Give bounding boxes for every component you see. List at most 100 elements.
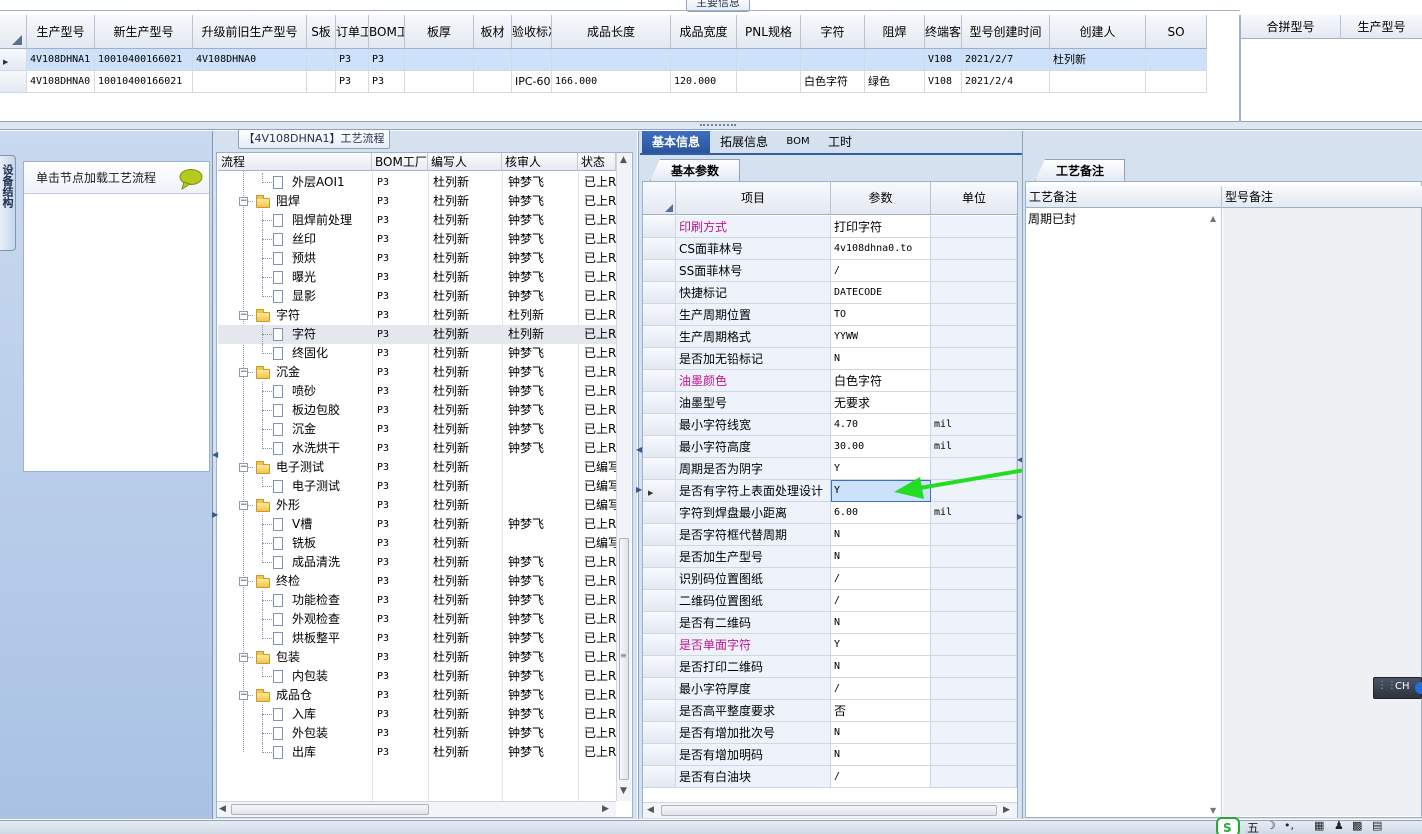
tree-process-node[interactable]: V槽 P3 杜列新 钟梦飞 已上R bbox=[218, 515, 630, 534]
param-row[interactable]: 是否有二维码 N bbox=[643, 612, 1017, 634]
collapse-toggle-icon[interactable]: − bbox=[239, 501, 248, 510]
flow-col-reviewer[interactable]: 核审人 bbox=[502, 153, 578, 171]
param-row-indicator[interactable] bbox=[643, 436, 676, 458]
param-value-field[interactable]: / bbox=[831, 568, 931, 590]
param-row[interactable]: 是否加生产型号 N bbox=[643, 546, 1017, 568]
param-value-field[interactable]: / bbox=[831, 260, 931, 282]
tree-process-node[interactable]: 终固化 P3 杜列新 钟梦飞 已上R bbox=[218, 344, 630, 363]
col-header-new-production-model[interactable]: 新生产型号 bbox=[95, 15, 193, 49]
param-row-indicator[interactable] bbox=[643, 326, 676, 348]
splitter-arrow-left-icon[interactable]: ◀ bbox=[636, 445, 642, 454]
col-header-pnl-spec[interactable]: PNL规格 bbox=[737, 15, 801, 49]
splitter-arrow-left-icon[interactable]: ◀ bbox=[212, 450, 218, 459]
col-header-end-customer-code[interactable]: 终端客户代码 bbox=[925, 15, 962, 49]
tree-process-node[interactable]: 水洗烘干 P3 杜列新 钟梦飞 已上R bbox=[218, 439, 630, 458]
scroll-left-arrow-icon[interactable]: ◀ bbox=[219, 804, 226, 814]
param-row-indicator[interactable] bbox=[643, 634, 676, 656]
tree-process-node[interactable]: 沉金 P3 杜列新 钟梦飞 已上R bbox=[218, 420, 630, 439]
tree-process-node[interactable]: 外观检查 P3 杜列新 钟梦飞 已上R bbox=[218, 610, 630, 629]
col-header-board-material[interactable]: 板材 bbox=[474, 15, 512, 49]
tree-group-node[interactable]: − 包装 P3 杜列新 钟梦飞 已上R bbox=[218, 648, 630, 667]
tree-process-node[interactable]: 电子测试 P3 杜列新 已编写 bbox=[218, 477, 630, 496]
tab-bom[interactable]: BOM bbox=[781, 131, 815, 153]
top-cell-model-create-time[interactable]: 2021/2/7 bbox=[962, 49, 1050, 71]
top-cell-solder-mask[interactable]: 绿色 bbox=[865, 71, 925, 93]
param-row-indicator[interactable]: ▶ bbox=[643, 480, 676, 502]
param-row-indicator[interactable] bbox=[643, 766, 676, 788]
param-row[interactable]: 生产周期格式 YYWW bbox=[643, 326, 1017, 348]
col-header-solder-mask[interactable]: 阻焊 bbox=[865, 15, 925, 49]
params-horizontal-scrollbar[interactable]: ◀ ▶ bbox=[643, 802, 1017, 818]
tab-work-hours[interactable]: 工时 bbox=[821, 131, 859, 153]
tree-process-node[interactable]: 功能检查 P3 杜列新 钟梦飞 已上R bbox=[218, 591, 630, 610]
top-grid-corner[interactable] bbox=[0, 15, 27, 49]
model-note-textarea[interactable] bbox=[1223, 208, 1421, 816]
top-cell-new-production-model[interactable]: 10010400166021 bbox=[95, 71, 193, 93]
param-row-indicator[interactable] bbox=[643, 590, 676, 612]
param-row-indicator[interactable] bbox=[643, 568, 676, 590]
param-row-indicator[interactable] bbox=[643, 260, 676, 282]
col-header-model-create-time[interactable]: 型号创建时间 bbox=[962, 15, 1050, 49]
col-header-legend-print[interactable]: 字符 bbox=[801, 15, 865, 49]
tree-process-node[interactable]: 丝印 P3 杜列新 钟梦飞 已上R bbox=[218, 230, 630, 249]
row-indicator[interactable] bbox=[0, 71, 27, 93]
param-row[interactable]: 是否字符框代替周期 N bbox=[643, 524, 1017, 546]
param-row-indicator[interactable] bbox=[643, 722, 676, 744]
param-value-field[interactable]: 白色字符 bbox=[831, 370, 931, 392]
tab-extended-info[interactable]: 拓展信息 bbox=[711, 131, 777, 153]
hint-header[interactable]: 单击节点加载工艺流程 bbox=[24, 162, 209, 194]
params-header-item[interactable]: 项目 bbox=[676, 182, 831, 215]
collapse-toggle-icon[interactable]: − bbox=[239, 311, 248, 320]
tree-group-node[interactable]: − 沉金 P3 杜列新 钟梦飞 已上R bbox=[218, 363, 630, 382]
param-value-field[interactable]: / bbox=[831, 766, 931, 788]
param-row-indicator[interactable] bbox=[643, 656, 676, 678]
tree-group-node[interactable]: − 外形 P3 杜列新 已编写 bbox=[218, 496, 630, 515]
param-value-field[interactable]: N bbox=[831, 612, 931, 634]
process-note-header[interactable]: 工艺备注 bbox=[1026, 186, 1222, 208]
param-value-field[interactable]: N bbox=[831, 656, 931, 678]
param-value-field[interactable]: / bbox=[831, 590, 931, 612]
params-caption-tab[interactable]: 基本参数 bbox=[650, 159, 740, 181]
splitter-arrow-right-icon[interactable]: ▶ bbox=[636, 485, 642, 494]
param-row[interactable]: 快捷标记 DATECODE bbox=[643, 282, 1017, 304]
param-row-indicator[interactable] bbox=[643, 524, 676, 546]
top-cell-s-board[interactable] bbox=[307, 71, 336, 93]
param-value-field[interactable]: 无要求 bbox=[831, 392, 931, 414]
param-row[interactable]: CS面菲林号 4v108dhna0.to bbox=[643, 238, 1017, 260]
flow-col-bom-factory[interactable]: BOM工厂 bbox=[372, 153, 428, 171]
param-value-field[interactable]: YYWW bbox=[831, 326, 931, 348]
top-cell-so[interactable] bbox=[1146, 49, 1207, 71]
top-cell-legend-print[interactable]: 白色字符 bbox=[801, 71, 865, 93]
param-row[interactable]: 油墨颜色 白色字符 bbox=[643, 370, 1017, 392]
top-cell-finished-length[interactable]: 166.000 bbox=[552, 71, 671, 93]
tree-process-node[interactable]: 预烘 P3 杜列新 钟梦飞 已上R bbox=[218, 249, 630, 268]
tree-process-node[interactable]: 出库 P3 杜列新 钟梦飞 已上R bbox=[218, 743, 630, 762]
top-cell-old-production-model[interactable]: 4V108DHNA0 bbox=[193, 49, 307, 71]
model-note-header[interactable]: 型号备注 bbox=[1222, 186, 1422, 208]
collapse-toggle-icon[interactable]: − bbox=[239, 197, 248, 206]
tree-process-node[interactable]: 外层AOI1 P3 杜列新 钟梦飞 已上R bbox=[218, 173, 630, 192]
flow-vertical-scrollbar[interactable]: ▲ ≡ ▼ bbox=[616, 153, 631, 801]
top-cell-solder-mask[interactable] bbox=[865, 49, 925, 71]
tree-group-node[interactable]: − 成品仓 P3 杜列新 钟梦飞 已上R bbox=[218, 686, 630, 705]
param-value-field[interactable]: N bbox=[831, 348, 931, 370]
top-cell-so[interactable] bbox=[1146, 71, 1207, 93]
param-row-indicator[interactable] bbox=[643, 744, 676, 766]
top-cell-creator[interactable] bbox=[1050, 71, 1146, 93]
col-header-production-model[interactable]: 生产型号 bbox=[27, 15, 95, 49]
collapse-toggle-icon[interactable]: − bbox=[239, 577, 248, 586]
ime-help-icon[interactable] bbox=[1415, 682, 1422, 694]
scroll-left-arrow-icon[interactable]: ◀ bbox=[647, 805, 654, 815]
flow-horizontal-scrollbar[interactable]: ◀ ▶ bbox=[217, 801, 616, 817]
row-indicator[interactable]: ▶ bbox=[0, 49, 27, 71]
top-cell-board-thickness[interactable] bbox=[405, 71, 474, 93]
param-row-indicator[interactable] bbox=[643, 348, 676, 370]
params-horizontal-scroll-thumb[interactable] bbox=[661, 805, 997, 816]
param-row[interactable]: 印刷方式 打印字符 bbox=[643, 216, 1017, 238]
param-row-indicator[interactable] bbox=[643, 304, 676, 326]
scroll-down-arrow-icon[interactable]: ▼ bbox=[1210, 806, 1216, 815]
param-row[interactable]: 识别码位置图纸 / bbox=[643, 568, 1017, 590]
scroll-right-arrow-icon[interactable]: ▶ bbox=[1003, 805, 1010, 815]
param-row-indicator[interactable] bbox=[643, 238, 676, 260]
input-method-tray[interactable]: S 五 ☽ •, ▦ ♟ ▩ ▤ bbox=[1216, 816, 1422, 834]
